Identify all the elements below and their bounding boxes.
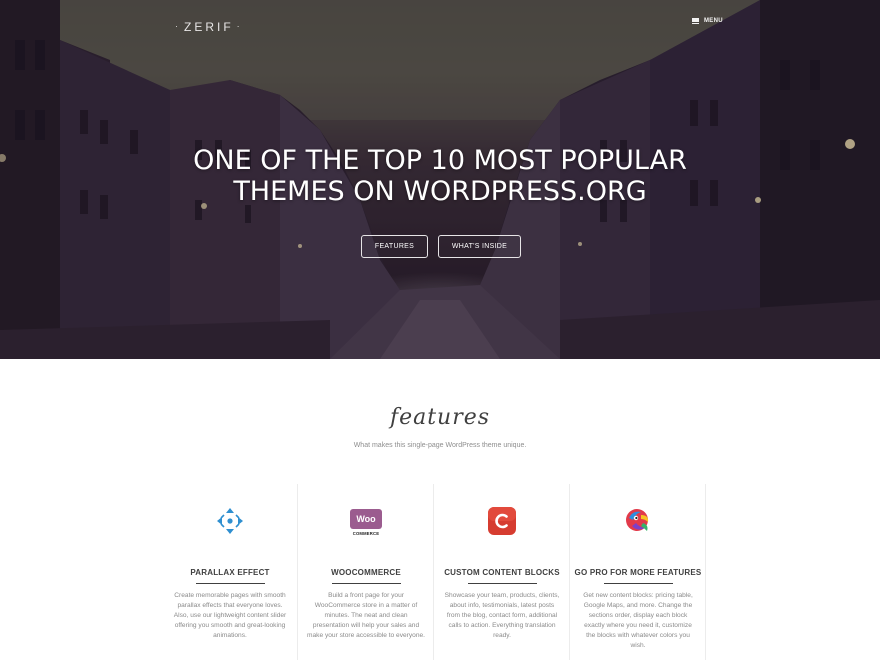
feature-card-woocommerce: Woo COMMERCE WOOCOMMERCE Build a front p… [299,484,434,660]
menu-label: MENU [704,18,723,24]
woocommerce-logo-icon: Woo COMMERCE [349,504,383,538]
feature-divider [468,583,537,584]
feature-divider [196,583,265,584]
feature-text: Create memorable pages with smooth paral… [173,592,287,639]
woo-logo-text: Woo [350,508,382,529]
menu-button[interactable]: MENU [692,15,723,27]
content-blocks-c-icon [485,504,519,538]
feature-title: WOOCOMMERCE [331,568,401,577]
feature-divider [604,583,673,584]
hamburger-icon [692,18,699,24]
hero-section: · ZERIF · MENU ONE OF THE TOP 10 MOST POPU… [0,0,880,359]
logo-text: ZERIF [184,20,234,34]
site-logo[interactable]: · ZERIF · [172,20,246,34]
hero-title-line-2: THEMES ON WORDPRESS.ORG [233,176,647,207]
feature-title: GO PRO FOR MORE FEATURES [574,568,702,577]
features-button[interactable]: FEATURES [361,235,428,258]
feature-card-parallax: PARALLAX EFFECT Create memorable pages w… [163,484,298,660]
logo-dot-left-icon: · [175,21,181,31]
feature-title: CUSTOM CONTENT BLOCKS [444,568,560,577]
features-section-subtitle: What makes this single-page WordPress th… [353,442,527,449]
feature-title: PARALLAX EFFECT [190,568,270,577]
whats-inside-button[interactable]: WHAT'S INSIDE [438,235,521,258]
go-pro-parrot-icon [621,504,655,538]
feature-divider [332,583,401,584]
feature-card-content-blocks: CUSTOM CONTENT BLOCKS Showcase your team… [435,484,570,660]
parallax-arrows-icon [213,504,247,538]
hero-title-line-1: ONE OF THE TOP 10 MOST POPULAR [193,145,687,176]
feature-text: Get new content blocks: pricing table, G… [583,592,693,649]
feature-text: Build a front page for your WooCommerce … [307,592,426,639]
hero-title: ONE OF THE TOP 10 MOST POPULAR THEMES ON… [0,145,880,207]
woo-logo-subtext: COMMERCE [352,530,380,536]
feature-text: Showcase your team, products, clients, a… [444,592,560,639]
features-section-title: features [389,405,491,430]
logo-dot-right-icon: · [236,21,243,31]
feature-card-go-pro: GO PRO FOR MORE FEATURES Get new content… [571,484,706,660]
